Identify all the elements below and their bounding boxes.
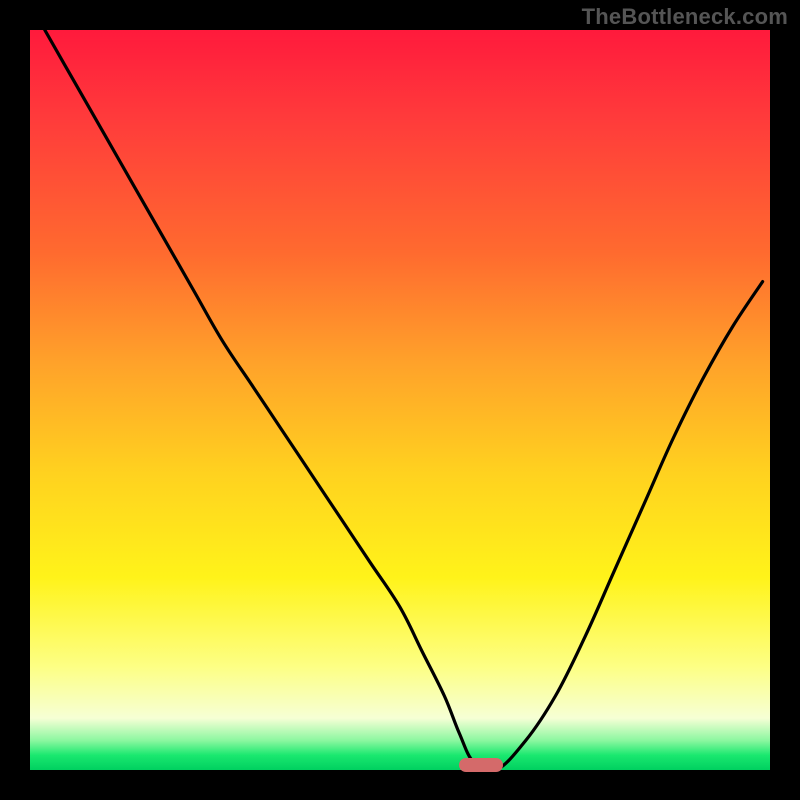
plot-area (30, 30, 770, 770)
optimal-marker (459, 758, 503, 772)
bottleneck-curve (30, 30, 770, 770)
chart-frame: TheBottleneck.com (0, 0, 800, 800)
attribution-label: TheBottleneck.com (582, 4, 788, 30)
